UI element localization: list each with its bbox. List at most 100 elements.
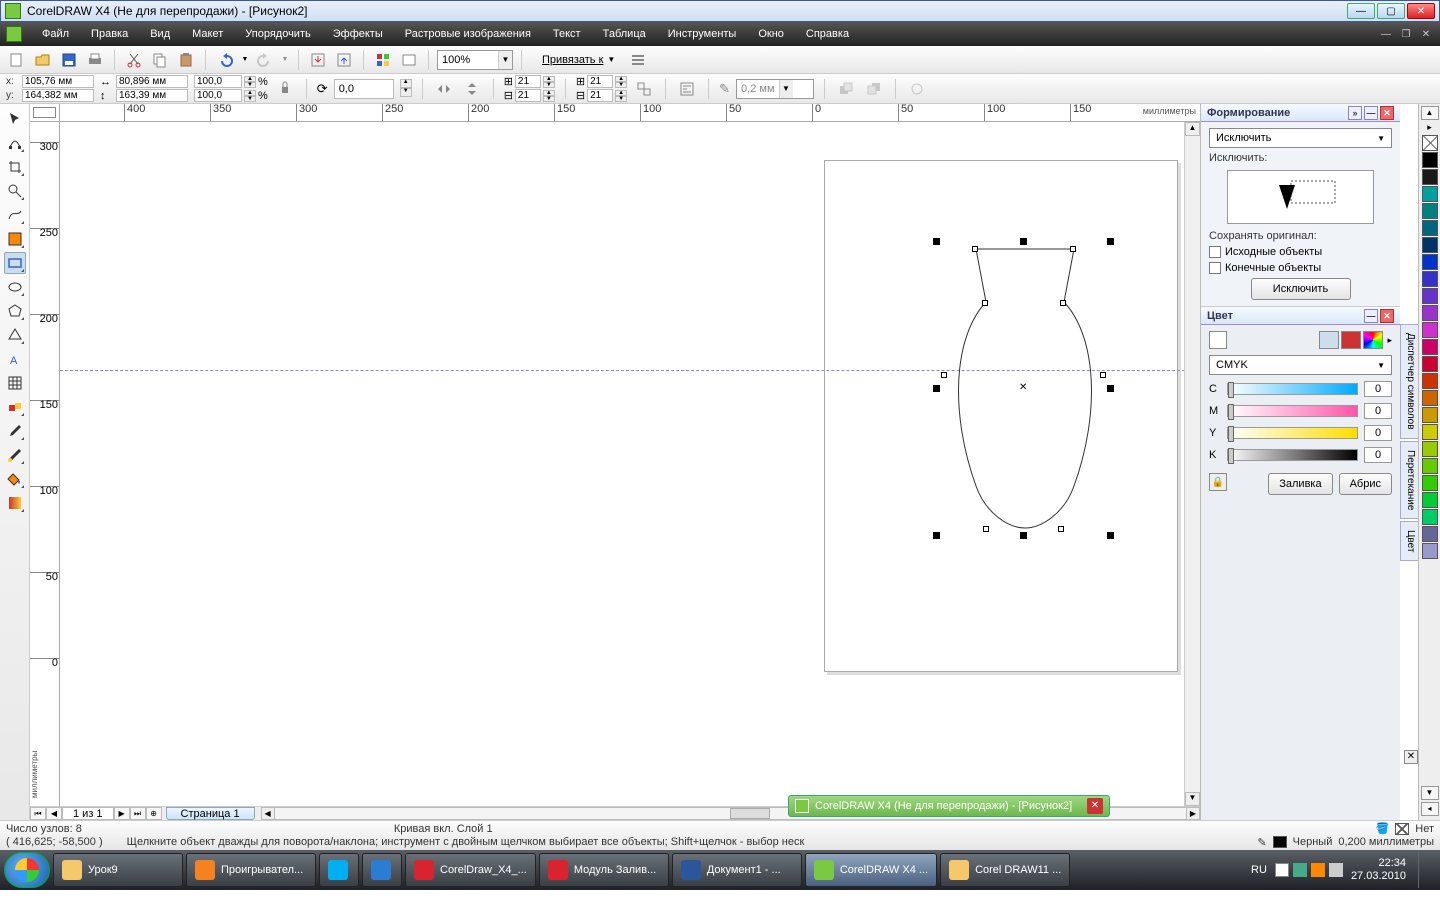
- side-close-icon[interactable]: ✕: [1404, 750, 1418, 764]
- menu-help[interactable]: Справка: [796, 26, 859, 42]
- to-back-button[interactable]: [863, 78, 885, 100]
- selection-center[interactable]: ✕: [1019, 384, 1027, 392]
- palette-swatch[interactable]: [1422, 169, 1438, 185]
- outline-swatch-black[interactable]: [1273, 836, 1287, 848]
- export-button[interactable]: [333, 49, 355, 71]
- mirror-h-button[interactable]: [433, 78, 455, 100]
- redo-button[interactable]: [254, 49, 276, 71]
- target-objects-checkbox[interactable]: Конечные объекты: [1209, 262, 1392, 274]
- window-maximize-button[interactable]: ▢: [1377, 3, 1405, 19]
- color-viewer-tab[interactable]: [1341, 331, 1361, 349]
- undo-button[interactable]: [214, 49, 236, 71]
- options-button[interactable]: [627, 49, 649, 71]
- ruler-origin[interactable]: [30, 104, 60, 122]
- shape-tool[interactable]: [4, 132, 26, 154]
- page-tab[interactable]: Страница 1: [166, 807, 255, 820]
- doc-minimize-button[interactable]: —: [1378, 27, 1394, 41]
- selection-handle[interactable]: [1107, 238, 1114, 245]
- rows-input[interactable]: 21: [515, 89, 541, 102]
- menu-window[interactable]: Окно: [748, 26, 794, 42]
- docker-minimize-button[interactable]: —: [1364, 309, 1378, 323]
- palette-swatch[interactable]: [1422, 407, 1438, 423]
- menu-table[interactable]: Таблица: [593, 26, 656, 42]
- curve-node[interactable]: [1070, 246, 1076, 252]
- tray-volume-icon[interactable]: [1329, 863, 1343, 877]
- palette-swatch[interactable]: [1422, 543, 1438, 559]
- paste-button[interactable]: [175, 49, 197, 71]
- first-page-button[interactable]: ⏮: [30, 807, 46, 820]
- last-page-button[interactable]: ⏭: [130, 807, 146, 820]
- slider-knob[interactable]: [1228, 382, 1234, 398]
- save-button[interactable]: [58, 49, 80, 71]
- ruler-horizontal[interactable]: миллиметры 40035030025020015010050050100…: [60, 104, 1200, 122]
- color-palette-tab[interactable]: [1363, 331, 1383, 349]
- palette-swatch[interactable]: [1422, 458, 1438, 474]
- side-tab-color[interactable]: Цвет: [1400, 521, 1418, 561]
- ellipse-tool[interactable]: [4, 276, 26, 298]
- palette-swatch[interactable]: [1422, 492, 1438, 508]
- palette-swatch[interactable]: [1422, 526, 1438, 542]
- selection-handle[interactable]: [933, 385, 940, 392]
- selection-handle[interactable]: [1020, 532, 1027, 539]
- vertical-scrollbar[interactable]: ▲ ▼: [1184, 122, 1200, 806]
- shaping-apply-button[interactable]: Исключить: [1251, 278, 1351, 300]
- app-launcher-button[interactable]: [372, 49, 394, 71]
- taskbar-clock[interactable]: 22:34 27.03.2010: [1351, 857, 1406, 883]
- palette-swatch[interactable]: [1422, 220, 1438, 236]
- curve-node[interactable]: [1058, 526, 1064, 532]
- taskbar-button[interactable]: Проигрывател...: [186, 853, 316, 887]
- taskbar-button[interactable]: CorelDRAW X4 ...: [805, 853, 937, 887]
- palette-flyout-icon[interactable]: ▸: [1427, 122, 1432, 133]
- chevron-down-icon[interactable]: ▼: [779, 80, 793, 98]
- next-page-button[interactable]: ▶: [114, 807, 130, 820]
- fill-button[interactable]: Заливка: [1268, 473, 1332, 495]
- redo-dropdown[interactable]: ▼: [280, 49, 290, 71]
- width-input[interactable]: 80,896 мм: [116, 75, 188, 88]
- x-input[interactable]: 105,76 мм: [22, 75, 94, 88]
- selection-handle[interactable]: [1107, 532, 1114, 539]
- side-tab-blend[interactable]: Перетекание: [1400, 441, 1418, 519]
- print-button[interactable]: [84, 49, 106, 71]
- undo-dropdown[interactable]: ▼: [240, 49, 250, 71]
- m-value[interactable]: 0: [1364, 403, 1392, 419]
- palette-swatch[interactable]: [1422, 424, 1438, 440]
- window-minimize-button[interactable]: —: [1347, 3, 1375, 19]
- welcome-button[interactable]: [398, 49, 420, 71]
- scroll-thumb[interactable]: [730, 808, 770, 819]
- palette-swatch[interactable]: [1422, 305, 1438, 321]
- new-button[interactable]: [6, 49, 28, 71]
- palette-swatch[interactable]: [1422, 322, 1438, 338]
- side-tab-symbols[interactable]: Диспетчер символов: [1400, 324, 1418, 439]
- menu-bitmaps[interactable]: Растровые изображения: [395, 26, 541, 42]
- no-color-swatch[interactable]: [1422, 135, 1438, 151]
- palette-swatch[interactable]: [1422, 237, 1438, 253]
- drawing-surface[interactable]: ✕: [60, 122, 1200, 806]
- window-close-button[interactable]: ✕: [1407, 3, 1435, 19]
- color-sliders-tab[interactable]: [1319, 331, 1339, 349]
- curve-node[interactable]: [972, 246, 978, 252]
- flash-close-button[interactable]: ✕: [1087, 798, 1103, 814]
- start-button[interactable]: [4, 852, 50, 888]
- to-front-button[interactable]: [835, 78, 857, 100]
- cols2-input[interactable]: 21: [587, 75, 613, 88]
- palette-swatch[interactable]: [1422, 441, 1438, 457]
- rows2-input[interactable]: 21: [587, 89, 613, 102]
- scale-y-input[interactable]: 100,0: [194, 89, 242, 102]
- source-objects-checkbox[interactable]: Исходные объекты: [1209, 246, 1392, 258]
- crop-tool[interactable]: [4, 156, 26, 178]
- fill-tool[interactable]: [4, 468, 26, 490]
- add-page-button[interactable]: ⊕: [146, 807, 162, 820]
- y-input[interactable]: 164,382 мм: [22, 89, 94, 102]
- rectangle-tool[interactable]: [4, 252, 26, 274]
- scroll-left-arrow[interactable]: ◀: [261, 807, 275, 820]
- color-model-combo[interactable]: CMYK ▼: [1209, 355, 1392, 375]
- zoom-input[interactable]: [438, 54, 498, 66]
- spinner[interactable]: ▲▼: [615, 76, 627, 88]
- zoom-tool[interactable]: [4, 180, 26, 202]
- palette-swatch[interactable]: [1422, 186, 1438, 202]
- lock-color-button[interactable]: 🔒: [1209, 473, 1227, 491]
- m-slider[interactable]: [1227, 405, 1358, 417]
- doc-close-button[interactable]: ✕: [1418, 27, 1434, 41]
- scale-x-input[interactable]: 100,0: [194, 75, 242, 88]
- palette-swatch[interactable]: [1422, 475, 1438, 491]
